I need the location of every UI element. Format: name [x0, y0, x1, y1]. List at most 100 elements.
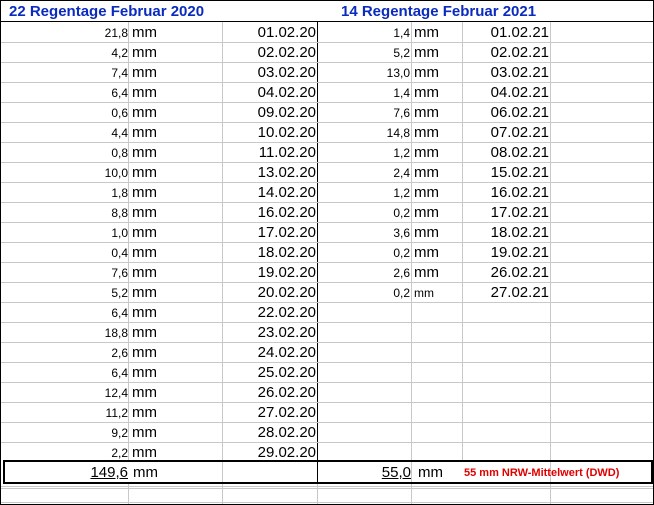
date-2020: 02.02.20: [257, 44, 316, 61]
date-2020: 18.02.20: [257, 244, 316, 261]
unit-label-2020: mm: [132, 204, 157, 221]
rain-value-2020: 1,0: [111, 226, 128, 240]
total-2020: 149,6: [90, 464, 128, 481]
date-2021: 15.02.21: [490, 164, 549, 181]
rain-value-2021: 1,2: [393, 146, 410, 160]
unit-label-2020: mm: [132, 384, 157, 401]
rain-value-2020: 1,8: [111, 186, 128, 200]
unit-label-2021: mm: [414, 286, 434, 300]
unit-label-2021: mm: [414, 124, 439, 141]
date-2021: 03.02.21: [490, 64, 549, 81]
unit-label-2020: mm: [132, 164, 157, 181]
rain-value-2020: 6,4: [111, 86, 128, 100]
unit-label-2020: mm: [132, 24, 157, 41]
date-2021: 07.02.21: [490, 124, 549, 141]
rain-value-2020: 5,2: [111, 286, 128, 300]
rain-value-2020: 7,4: [111, 66, 128, 80]
unit-label-2021: mm: [414, 204, 439, 221]
unit-label-2021: mm: [414, 264, 439, 281]
rain-value-2021: 3,6: [393, 226, 410, 240]
unit-label-2020: mm: [132, 444, 157, 461]
date-2021: 18.02.21: [490, 224, 549, 241]
rain-value-2020: 4,4: [111, 126, 128, 140]
unit-label-2020: mm: [132, 264, 157, 281]
date-2020: 19.02.20: [257, 264, 316, 281]
rain-value-2021: 0,2: [393, 246, 410, 260]
rain-value-2021: 5,2: [393, 46, 410, 60]
date-2021: 06.02.21: [490, 104, 549, 121]
date-2020: 23.02.20: [257, 324, 316, 341]
rain-value-2021: 1,4: [393, 26, 410, 40]
rain-value-2020: 6,4: [111, 306, 128, 320]
unit-label-2021: mm: [414, 44, 439, 61]
unit-label-2020: mm: [132, 344, 157, 361]
rain-value-2020: 0,4: [111, 246, 128, 260]
unit-label-2021: mm: [414, 164, 439, 181]
date-2020: 04.02.20: [257, 84, 316, 101]
rain-value-2021: 0,2: [393, 286, 410, 300]
total-2021-unit: mm: [418, 464, 443, 481]
unit-label-2021: mm: [414, 84, 439, 101]
rain-value-2020: 2,2: [111, 446, 128, 460]
totals-divider: [317, 462, 318, 482]
rain-value-2020: 4,2: [111, 46, 128, 60]
date-2021: 26.02.21: [490, 264, 549, 281]
date-2021: 01.02.21: [490, 24, 549, 41]
date-2020: 22.02.20: [257, 304, 316, 321]
date-2020: 11.02.20: [258, 144, 316, 161]
rain-value-2021: 2,6: [393, 266, 410, 280]
date-2021: 19.02.21: [490, 244, 549, 261]
unit-label-2020: mm: [132, 104, 157, 121]
rain-value-2020: 11,2: [105, 406, 128, 420]
date-2020: 25.02.20: [257, 364, 316, 381]
gridline: [1, 502, 653, 503]
date-2021: 27.02.21: [490, 284, 549, 301]
unit-label-2020: mm: [132, 404, 157, 421]
date-2020: 03.02.20: [257, 64, 316, 81]
date-2020: 16.02.20: [257, 204, 316, 221]
dwd-average-note: 55 mm NRW-Mittelwert (DWD): [464, 467, 620, 479]
unit-label-2020: mm: [132, 124, 157, 141]
rain-value-2020: 0,8: [111, 146, 128, 160]
rain-value-2021: 14,8: [386, 126, 410, 140]
spreadsheet-grid: 22 Regentage Februar 2020 14 Regentage F…: [0, 0, 654, 505]
date-2020: 13.02.20: [257, 164, 316, 181]
total-2020-unit: mm: [133, 464, 158, 481]
date-2020: 20.02.20: [257, 284, 316, 301]
date-2020: 28.02.20: [257, 424, 316, 441]
unit-label-2021: mm: [414, 244, 439, 261]
header-2021: 14 Regentage Februar 2021: [341, 3, 537, 20]
date-2020: 10.02.20: [257, 124, 316, 141]
date-2020: 14.02.20: [257, 184, 316, 201]
total-2021: 55,0: [381, 464, 411, 481]
unit-label-2020: mm: [132, 64, 157, 81]
rain-value-2020: 21,8: [104, 26, 128, 40]
date-2021: 02.02.21: [490, 44, 549, 61]
rain-value-2021: 13,0: [386, 66, 410, 80]
unit-label-2020: mm: [132, 304, 157, 321]
unit-label-2020: mm: [132, 44, 157, 61]
unit-label-2021: mm: [414, 144, 439, 161]
rain-value-2021: 0,2: [393, 206, 410, 220]
date-2020: 24.02.20: [257, 344, 316, 361]
rain-value-2020: 2,6: [111, 346, 128, 360]
unit-label-2020: mm: [132, 224, 157, 241]
gridline: [1, 486, 653, 487]
rain-value-2020: 6,4: [111, 366, 128, 380]
gridline: [1, 488, 653, 489]
unit-label-2020: mm: [132, 244, 157, 261]
unit-label-2020: mm: [132, 84, 157, 101]
rain-value-2021: 1,4: [393, 86, 410, 100]
date-2020: 29.02.20: [257, 444, 316, 461]
unit-label-2020: mm: [132, 364, 157, 381]
date-2020: 17.02.20: [257, 224, 316, 241]
unit-label-2020: mm: [132, 184, 157, 201]
date-2020: 26.02.20: [257, 384, 316, 401]
unit-label-2020: mm: [132, 284, 157, 301]
header-2020: 22 Regentage Februar 2020: [9, 3, 205, 20]
date-2021: 17.02.21: [490, 204, 549, 221]
date-2020: 01.02.20: [257, 24, 316, 41]
rain-value-2020: 7,6: [111, 266, 128, 280]
unit-label-2021: mm: [414, 64, 439, 81]
rain-value-2021: 1,2: [393, 186, 410, 200]
